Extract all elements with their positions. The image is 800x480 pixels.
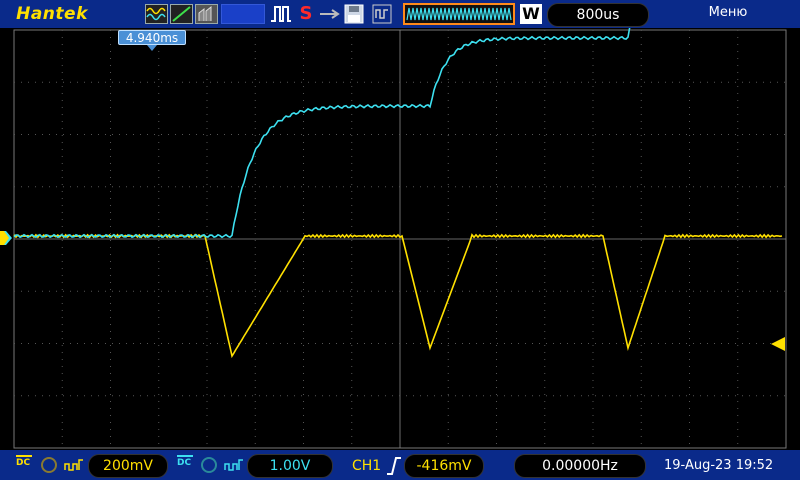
ch1-scale-readout[interactable]: 200mV: [88, 454, 168, 478]
pulse-icon[interactable]: [270, 4, 292, 24]
generator-icon[interactable]: [372, 4, 392, 24]
menu-button[interactable]: Меню: [690, 5, 766, 20]
trigger-time-pointer: [147, 45, 157, 51]
ch2-ground-marker[interactable]: [0, 230, 12, 245]
slope-icon[interactable]: [170, 4, 193, 24]
trigger-source[interactable]: CH1: [352, 458, 381, 474]
ch2-scale-readout[interactable]: 1.00V: [247, 454, 333, 478]
brand-logo: Hantek: [16, 4, 88, 24]
ch1-wave-icon[interactable]: [64, 456, 84, 476]
wave-icon[interactable]: [145, 4, 168, 24]
ch1-coupling-icon[interactable]: DC: [16, 455, 32, 468]
ch1-trace: [13, 233, 783, 359]
trigger-time-label[interactable]: 4.940ms: [118, 30, 186, 45]
datetime: 19-Aug-23 19:52: [664, 458, 774, 473]
trigger-level-readout[interactable]: -416mV: [404, 454, 484, 478]
zoom-icon[interactable]: [403, 3, 515, 25]
ch2-coupling-icon[interactable]: DC: [177, 455, 193, 468]
usb-icon: [318, 4, 340, 24]
ch2-wave-icon[interactable]: [224, 456, 244, 476]
frequency-readout: 0.00000Hz: [514, 454, 646, 478]
ch2-bandwidth-icon[interactable]: [200, 456, 218, 476]
run-stop-indicator[interactable]: S: [296, 4, 316, 24]
top-bar: Hantek S W 800us Меню: [0, 0, 800, 28]
status-panel: [221, 4, 265, 24]
timebase-readout[interactable]: 800us: [547, 3, 649, 27]
save-icon[interactable]: [344, 4, 364, 24]
waveform-display: [0, 28, 800, 450]
ch2-trace: [13, 28, 631, 239]
timebase-mode-indicator[interactable]: W: [520, 4, 542, 24]
ch1-bandwidth-icon[interactable]: [40, 456, 58, 476]
trigger-edge-icon[interactable]: [386, 456, 402, 480]
trigger-level-marker[interactable]: [771, 336, 785, 351]
persist-icon[interactable]: [195, 4, 218, 24]
